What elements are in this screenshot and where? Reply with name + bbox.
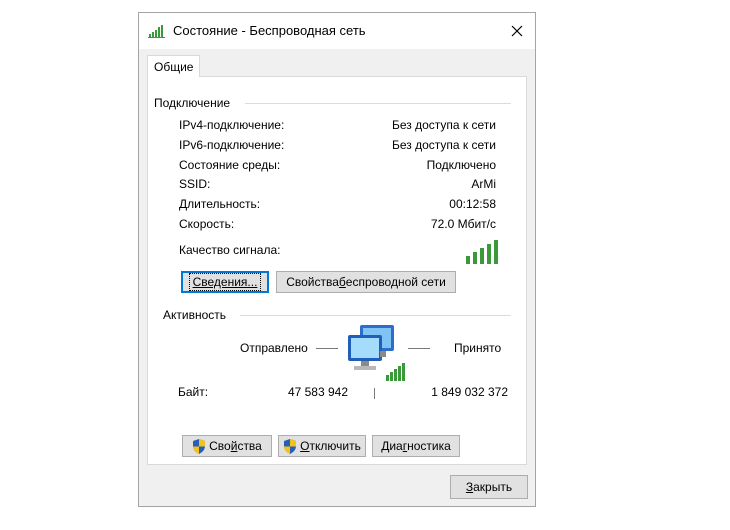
title-bar: Состояние - Беспроводная сеть	[139, 13, 535, 49]
ipv4-value: Без доступа к сети	[392, 118, 496, 132]
wireless-signal-icon	[148, 25, 165, 38]
signal-bar	[487, 244, 491, 264]
wireless-properties-label-pre: Свойства	[286, 275, 339, 289]
properties-label-accel: й	[230, 439, 238, 453]
bytes-received-value: 1 849 032 372	[431, 385, 508, 399]
diagnose-label-post: ностика	[407, 439, 451, 453]
sent-label: Отправлено	[240, 341, 308, 355]
bytes-label: Байт:	[178, 385, 209, 399]
close-label-accel: З	[465, 480, 474, 494]
close-window-button[interactable]	[499, 13, 535, 49]
ipv6-label: IPv6-подключение:	[179, 138, 285, 152]
received-label: Принято	[454, 341, 502, 355]
wireless-properties-label-post: еспроводной сети	[345, 275, 446, 289]
window-title: Состояние - Беспроводная сеть	[173, 23, 366, 38]
network-icon-stem	[374, 388, 375, 399]
signal-bar	[466, 256, 470, 264]
media-state-label: Состояние среды:	[179, 158, 281, 172]
media-state-value: Подключено	[426, 158, 496, 172]
wireless-properties-button[interactable]: Свойства б еспроводной сети	[276, 271, 456, 293]
signal-bar	[494, 240, 498, 264]
speed-value: 72.0 Мбит/с	[430, 217, 496, 231]
disable-button[interactable]: Отключить	[278, 435, 366, 457]
tab-panel-general: Подключение IPv4-подключение: Без доступ…	[147, 76, 527, 465]
signal-bar	[480, 248, 484, 264]
disable-label-post: тключить	[309, 439, 361, 453]
properties-label-pre: Сво	[209, 439, 231, 453]
disable-label-accel: О	[300, 439, 310, 453]
sent-connector-line	[316, 348, 338, 349]
tab-general[interactable]: Общие	[147, 55, 200, 77]
network-computers-icon	[348, 325, 405, 381]
diagnose-label-pre: Диа	[381, 439, 403, 453]
ipv6-value: Без доступа к сети	[392, 138, 496, 152]
duration-value: 00:12:58	[449, 197, 496, 211]
details-button-label: Сведения...	[192, 275, 258, 289]
signal-bar	[473, 252, 477, 264]
diagnose-button[interactable]: Диа г ностика	[372, 435, 460, 457]
shield-icon	[193, 438, 206, 454]
connection-group-title: Подключение	[154, 96, 235, 110]
ssid-label: SSID:	[179, 177, 211, 191]
bytes-sent-value: 47 583 942	[287, 385, 348, 399]
speed-label: Скорость:	[179, 217, 235, 231]
details-button[interactable]: Сведения...	[181, 271, 269, 293]
properties-label-post: ства	[237, 439, 262, 453]
connection-group-divider	[245, 103, 511, 104]
signal-quality-label: Качество сигнала:	[179, 243, 281, 257]
properties-button[interactable]: Сво й ства	[182, 435, 272, 457]
ssid-value: ArMi	[471, 177, 496, 191]
duration-label: Длительность:	[179, 197, 261, 211]
signal-strength-icon	[466, 240, 498, 264]
activity-group-title: Активность	[163, 308, 231, 322]
close-button[interactable]: Закрыть	[450, 475, 528, 499]
shield-icon	[284, 438, 297, 454]
ipv4-label: IPv4-подключение:	[179, 118, 285, 132]
wireless-properties-label-accel: б	[338, 275, 346, 289]
activity-group-divider	[240, 315, 511, 316]
close-icon	[511, 25, 523, 37]
close-label-post: акрыть	[473, 480, 513, 494]
network-status-dialog: Состояние - Беспроводная сеть Общие Подк…	[138, 12, 536, 507]
